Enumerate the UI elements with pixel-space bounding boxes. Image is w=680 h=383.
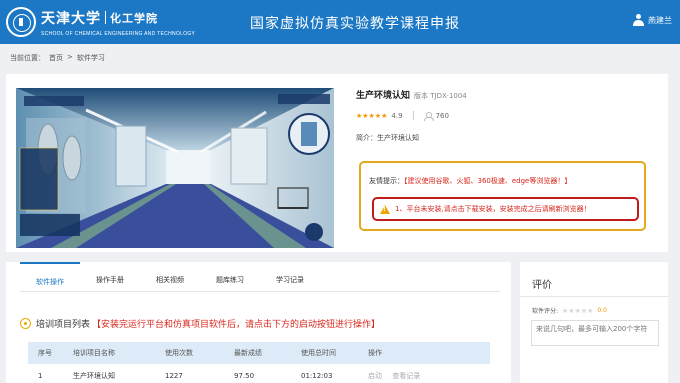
user-name: 燕建兰 <box>648 15 672 25</box>
col-time: 使用总时间 <box>301 349 336 357</box>
row-index: 1 <box>38 371 43 380</box>
training-list-title: 培训项目列表 <box>36 320 91 330</box>
user-menu[interactable]: 燕建兰 <box>633 14 672 26</box>
top-header: 天津大学 化工学院 SCHOOL OF CHEMICAL ENGINEERING… <box>0 0 680 44</box>
row-score: 97.50 <box>234 371 255 380</box>
university-seal-icon <box>6 7 36 37</box>
tips-label: 友情提示： <box>369 177 404 185</box>
review-rating-value: 0.0 <box>597 307 607 314</box>
row-name: 生产环境认知 <box>73 371 115 380</box>
breadcrumb: 当前位置： 首页 > 软件学习 <box>10 53 105 63</box>
col-action: 操作 <box>368 349 382 357</box>
training-list-note: 【安装完运行平台和仿真项目软件后，请点击下方的启动按钮进行操作】 <box>92 320 381 330</box>
breadcrumb-current: 软件学习 <box>76 54 105 62</box>
list-icon <box>20 318 31 329</box>
review-stars-input[interactable]: ★★★★★ <box>562 307 593 315</box>
software-version: 版本 TJDX-1004 <box>414 92 467 100</box>
tab-related-videos[interactable]: 相关视频 <box>140 262 200 292</box>
tab-operation-manual[interactable]: 操作手册 <box>80 262 140 292</box>
col-score: 最新成绩 <box>234 349 262 357</box>
table-row: 1 生产环境认知 1227 97.50 01:12:03 启动 查看记录 <box>28 364 490 383</box>
software-preview-image <box>16 88 334 248</box>
software-card: 生产环境认知 版本 TJDX-1004 ★★★★★ 4.9 760 简介：生产环… <box>6 74 668 252</box>
warning-icon <box>380 204 390 214</box>
tab-software-operation[interactable]: 软件操作 <box>20 262 80 292</box>
university-logo[interactable]: 天津大学 化工学院 SCHOOL OF CHEMICAL ENGINEERING… <box>6 4 195 40</box>
logo-subtitle: SCHOOL OF CHEMICAL ENGINEERING AND TECHN… <box>41 30 196 37</box>
training-list-heading: 培训项目列表 【安装完运行平台和仿真项目软件后，请点击下方的启动按钮进行操作】 <box>20 317 380 330</box>
start-button[interactable]: 启动 <box>368 372 382 380</box>
col-index: 序号 <box>38 349 52 357</box>
col-name: 培训项目名称 <box>73 349 115 357</box>
software-intro: 简介：生产环境认知 <box>356 134 419 142</box>
corridor-scene <box>16 88 334 248</box>
view-records-link[interactable]: 查看记录 <box>392 372 420 380</box>
review-rating: 软件评分: ★★★★★ 0.0 <box>532 306 607 316</box>
review-panel: 评价 软件评分: ★★★★★ 0.0 <box>520 262 668 383</box>
software-tabs-panel: 软件操作 操作手册 相关视频 题库练习 学习记录 培训项目列表 【安装完运行平台… <box>6 262 511 383</box>
tab-question-bank[interactable]: 题库练习 <box>200 262 260 292</box>
comment-input[interactable] <box>531 320 659 346</box>
tab-learning-records[interactable]: 学习记录 <box>260 262 320 292</box>
tab-bar: 软件操作 操作手册 相关视频 题库练习 学习记录 <box>20 262 500 292</box>
software-info: 生产环境认知 版本 TJDX-1004 ★★★★★ 4.9 760 简介：生产环… <box>356 88 656 143</box>
review-title: 评价 <box>532 280 552 291</box>
breadcrumb-home[interactable]: 首页 <box>49 53 63 63</box>
install-warning[interactable]: 1、平台未安装,请点击下载安装，安装完成之后请刷新浏览器！ <box>372 197 639 221</box>
review-divider <box>520 296 668 297</box>
col-count: 使用次数 <box>165 349 193 357</box>
rating-value: 4.9 <box>391 111 403 120</box>
software-name: 生产环境认知 <box>356 91 411 101</box>
view-count: 760 <box>435 111 449 120</box>
stats-divider <box>412 111 414 120</box>
breadcrumb-prefix: 当前位置： <box>10 54 45 62</box>
user-count-icon <box>423 111 434 121</box>
tips-box: 友情提示：【建议使用谷歌、火狐、360极速、edge等浏览器！】 1、平台未安装… <box>359 161 646 231</box>
logo-department: 化工学院 <box>110 12 158 25</box>
breadcrumb-separator: > <box>67 53 73 61</box>
software-stats: ★★★★★ 4.9 760 <box>356 111 656 121</box>
table-header: 序号 培训项目名称 使用次数 最新成绩 使用总时间 操作 <box>28 342 490 364</box>
row-count: 1227 <box>165 371 183 380</box>
rating-stars: ★★★★★ <box>356 111 388 120</box>
training-table: 序号 培训项目名称 使用次数 最新成绩 使用总时间 操作 1 生产环境认知 12… <box>28 342 490 383</box>
review-rating-label: 软件评分: <box>532 308 559 315</box>
logo-university-name: 天津大学 <box>41 10 101 27</box>
row-time: 01:12:03 <box>301 371 333 380</box>
user-icon <box>633 14 644 26</box>
logo-divider <box>105 11 106 24</box>
install-warning-text[interactable]: 1、平台未安装,请点击下载安装，安装完成之后请刷新浏览器！ <box>395 204 591 214</box>
browser-recommendation: 【建议使用谷歌、火狐、360极速、edge等浏览器！】 <box>404 177 572 185</box>
logo-text: 天津大学 化工学院 SCHOOL OF CHEMICAL ENGINEERING… <box>41 8 195 37</box>
page-title: 国家虚拟仿真实验教学课程申报 <box>250 16 460 32</box>
